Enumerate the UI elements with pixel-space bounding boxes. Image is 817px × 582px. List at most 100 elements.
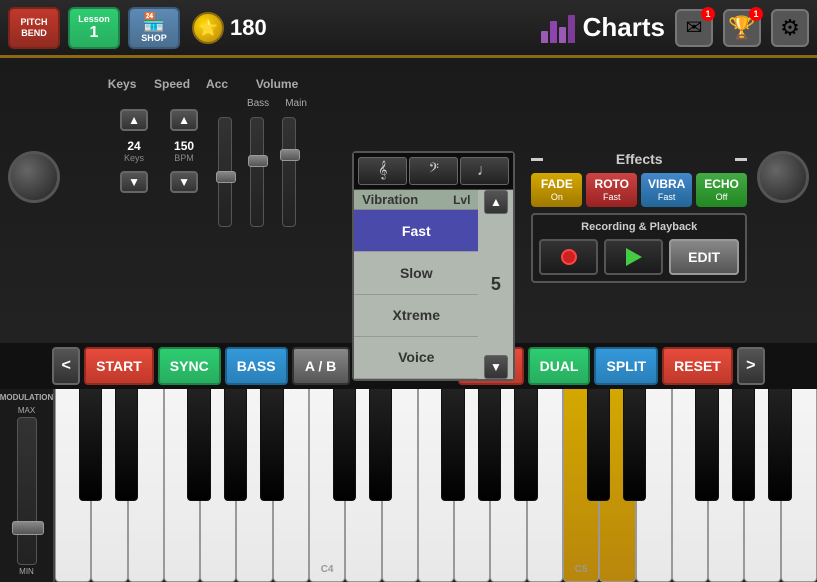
speed-value: 150 xyxy=(174,139,194,153)
volume-header: Volume xyxy=(256,77,298,91)
left-controls: Keys Speed Acc Volume Bass Main xyxy=(70,71,340,321)
black-key-G4s[interactable] xyxy=(478,389,502,501)
ab-button[interactable]: A / B xyxy=(292,347,350,385)
vibra-button[interactable]: VIBRA Fast xyxy=(641,173,692,207)
vibration-label: Vibration xyxy=(362,192,418,207)
acc-slider[interactable] xyxy=(211,113,239,231)
vib-item-voice[interactable]: Voice xyxy=(354,337,478,379)
mail-button[interactable]: ✉ 1 xyxy=(675,9,713,47)
record-button[interactable] xyxy=(539,239,598,275)
gear-icon: ⚙ xyxy=(780,15,800,41)
charts-area: Charts xyxy=(541,12,665,43)
shop-button[interactable]: 🏪 SHOP xyxy=(128,7,180,49)
speed-unit: BPM xyxy=(174,153,194,163)
lvl-label: Lvl xyxy=(453,193,470,207)
envelope-icon: ✉ xyxy=(686,15,703,40)
shop-icon: 🏪 xyxy=(143,12,165,33)
controls-strip: Keys Speed Acc Volume Bass Main xyxy=(0,58,817,343)
black-key-F4s[interactable] xyxy=(441,389,465,501)
black-key-C5s[interactable] xyxy=(587,389,611,501)
black-key-G5s[interactable] xyxy=(732,389,756,501)
main-sublabel: Main xyxy=(285,98,307,109)
modulation-label: MODULATION xyxy=(0,393,53,402)
prev-button[interactable]: < xyxy=(52,347,80,385)
bass-button[interactable]: BASS xyxy=(225,347,288,385)
keys-header: Keys xyxy=(108,77,137,91)
pitch-bend-button[interactable]: PITCHBEND xyxy=(8,7,60,49)
black-key-C3s[interactable] xyxy=(79,389,103,501)
lvl-section: ▲ 5 ▼ xyxy=(478,190,513,379)
fade-button[interactable]: FADE On xyxy=(531,173,582,207)
display-content: Vibration Lvl Fast Slow Xtreme Voice ▲ xyxy=(354,190,513,379)
sync-button[interactable]: SYNC xyxy=(158,347,221,385)
vib-item-xtreme[interactable]: Xtreme xyxy=(354,295,478,337)
lvl-down-button[interactable]: ▼ xyxy=(484,355,508,379)
effects-title: Effects xyxy=(616,151,663,167)
coin-area: ⭐ 180 xyxy=(192,12,267,44)
lvl-up-button[interactable]: ▲ xyxy=(484,190,508,214)
vibration-list: Vibration Lvl Fast Slow Xtreme Voice xyxy=(354,190,478,379)
coin-count: 180 xyxy=(230,15,267,41)
keys-unit: Keys xyxy=(124,153,144,163)
vib-item-fast[interactable]: Fast xyxy=(354,210,478,252)
key-label-C5: C5 xyxy=(575,564,588,575)
display-btn-bass[interactable]: 𝄢 xyxy=(409,157,458,185)
speed-header: Speed xyxy=(154,77,190,91)
charts-icon xyxy=(541,13,575,43)
speed-up-button[interactable]: ▲ xyxy=(170,109,198,131)
lesson-number: 1 xyxy=(90,24,99,42)
modulation-slider-container: MAX MIN xyxy=(4,404,49,578)
black-key-G3s[interactable] xyxy=(224,389,248,501)
pitch-bend-label: PITCHBEND xyxy=(21,17,48,39)
keys-down-button[interactable]: ▼ xyxy=(120,171,148,193)
keys-stepper: ▲ 24 Keys ▼ xyxy=(111,109,157,193)
roto-button[interactable]: ROTO Fast xyxy=(586,173,637,207)
display-header: 𝄞 𝄢 ♩ xyxy=(354,153,513,190)
charts-label: Charts xyxy=(583,12,665,43)
start-button[interactable]: START xyxy=(84,347,154,385)
black-key-F3s[interactable] xyxy=(187,389,211,501)
speed-down-button[interactable]: ▼ xyxy=(170,171,198,193)
black-key-D4s[interactable] xyxy=(369,389,393,501)
lvl-value: 5 xyxy=(491,214,501,355)
effects-buttons: FADE On ROTO Fast VIBRA Fast ECHO Off xyxy=(527,173,751,207)
black-key-D3s[interactable] xyxy=(115,389,139,501)
play-button[interactable] xyxy=(604,239,663,275)
right-knob[interactable] xyxy=(757,151,809,203)
trophy-button[interactable]: 🏆 1 xyxy=(723,9,761,47)
keys-up-button[interactable]: ▲ xyxy=(120,109,148,131)
recording-controls: EDIT xyxy=(539,239,739,275)
lesson-label: Lesson xyxy=(78,14,110,24)
bass-slider[interactable] xyxy=(243,113,271,231)
speed-stepper: ▲ 150 BPM ▼ xyxy=(161,109,207,193)
recording-section: Recording & Playback EDIT xyxy=(531,213,747,283)
main-slider[interactable] xyxy=(275,113,303,231)
black-key-A5s[interactable] xyxy=(768,389,792,501)
bass-sublabel: Bass xyxy=(247,98,269,109)
recording-header: Recording & Playback xyxy=(539,221,739,233)
echo-button[interactable]: ECHO Off xyxy=(696,173,747,207)
black-key-A3s[interactable] xyxy=(260,389,284,501)
black-key-D5s[interactable] xyxy=(623,389,647,501)
edit-button[interactable]: EDIT xyxy=(669,239,739,275)
shop-label: SHOP xyxy=(141,33,167,43)
display-btn-treble[interactable]: 𝄞 xyxy=(358,157,407,185)
top-bar: PITCHBEND Lesson 1 🏪 SHOP ⭐ 180 Charts ✉… xyxy=(0,0,817,58)
left-knob[interactable] xyxy=(8,151,60,203)
black-key-C4s[interactable] xyxy=(333,389,357,501)
mod-max-label: MAX xyxy=(18,406,35,415)
center-display: 𝄞 𝄢 ♩ Vibration Lvl Fast Slow Xtreme xyxy=(352,151,515,381)
play-icon xyxy=(626,248,642,266)
black-key-A4s[interactable] xyxy=(514,389,538,501)
coin-icon: ⭐ xyxy=(192,12,224,44)
black-key-F5s[interactable] xyxy=(695,389,719,501)
settings-button[interactable]: ⚙ xyxy=(771,9,809,47)
vib-item-slow[interactable]: Slow xyxy=(354,252,478,294)
modulation-slider[interactable] xyxy=(17,417,37,565)
mod-thumb xyxy=(12,521,44,535)
mod-min-label: MIN xyxy=(19,567,34,576)
display-btn-rhythm[interactable]: ♩ xyxy=(460,157,509,185)
effects-header: Effects xyxy=(527,151,751,167)
white-keys: C4C5 xyxy=(55,389,817,582)
lesson-button[interactable]: Lesson 1 xyxy=(68,7,120,49)
